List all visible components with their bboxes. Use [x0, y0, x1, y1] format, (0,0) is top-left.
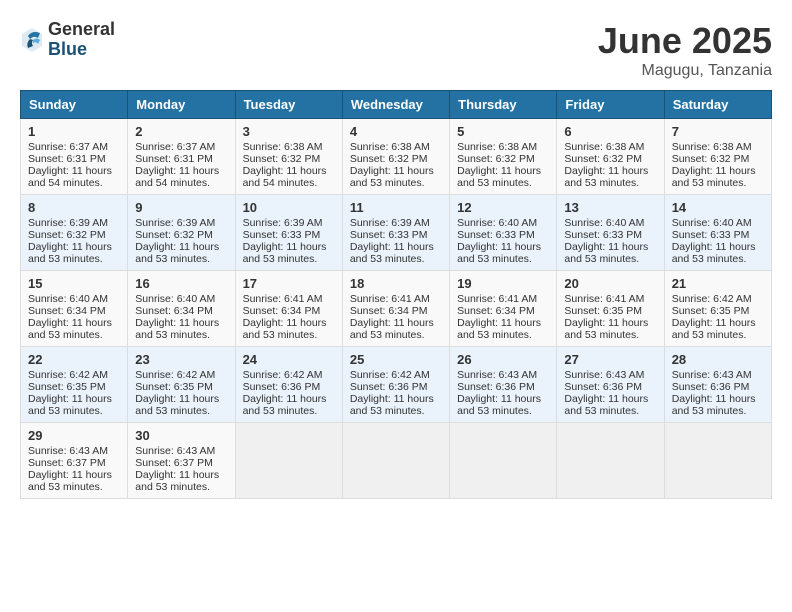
day-number: 21 [672, 276, 764, 291]
day-number: 5 [457, 124, 549, 139]
day-number: 27 [564, 352, 656, 367]
day-number: 26 [457, 352, 549, 367]
calendar-cell [235, 423, 342, 499]
calendar-cell: 11Sunrise: 6:39 AMSunset: 6:33 PMDayligh… [342, 195, 449, 271]
calendar-row-4: 22Sunrise: 6:42 AMSunset: 6:35 PMDayligh… [21, 347, 772, 423]
calendar-cell: 5Sunrise: 6:38 AMSunset: 6:32 PMDaylight… [450, 119, 557, 195]
calendar-cell: 4Sunrise: 6:38 AMSunset: 6:32 PMDaylight… [342, 119, 449, 195]
calendar-cell: 12Sunrise: 6:40 AMSunset: 6:33 PMDayligh… [450, 195, 557, 271]
day-number: 20 [564, 276, 656, 291]
calendar-cell: 21Sunrise: 6:42 AMSunset: 6:35 PMDayligh… [664, 271, 771, 347]
calendar-cell: 20Sunrise: 6:41 AMSunset: 6:35 PMDayligh… [557, 271, 664, 347]
day-number: 15 [28, 276, 120, 291]
title-area: June 2025 Magugu, Tanzania [598, 20, 772, 80]
day-header-friday: Friday [557, 91, 664, 119]
day-number: 30 [135, 428, 227, 443]
calendar-cell: 19Sunrise: 6:41 AMSunset: 6:34 PMDayligh… [450, 271, 557, 347]
month-title: June 2025 [598, 20, 772, 62]
calendar-cell: 18Sunrise: 6:41 AMSunset: 6:34 PMDayligh… [342, 271, 449, 347]
day-number: 14 [672, 200, 764, 215]
day-number: 17 [243, 276, 335, 291]
day-number: 1 [28, 124, 120, 139]
calendar-cell: 22Sunrise: 6:42 AMSunset: 6:35 PMDayligh… [21, 347, 128, 423]
calendar-cell: 27Sunrise: 6:43 AMSunset: 6:36 PMDayligh… [557, 347, 664, 423]
logo-blue-text: Blue [48, 40, 115, 60]
day-number: 16 [135, 276, 227, 291]
day-number: 6 [564, 124, 656, 139]
day-number: 11 [350, 200, 442, 215]
calendar-cell: 13Sunrise: 6:40 AMSunset: 6:33 PMDayligh… [557, 195, 664, 271]
day-number: 25 [350, 352, 442, 367]
calendar-cell: 25Sunrise: 6:42 AMSunset: 6:36 PMDayligh… [342, 347, 449, 423]
calendar-cell [557, 423, 664, 499]
day-number: 19 [457, 276, 549, 291]
calendar-cell: 9Sunrise: 6:39 AMSunset: 6:32 PMDaylight… [128, 195, 235, 271]
day-number: 28 [672, 352, 764, 367]
days-header-row: SundayMondayTuesdayWednesdayThursdayFrid… [21, 91, 772, 119]
calendar-cell: 15Sunrise: 6:40 AMSunset: 6:34 PMDayligh… [21, 271, 128, 347]
calendar-cell: 28Sunrise: 6:43 AMSunset: 6:36 PMDayligh… [664, 347, 771, 423]
calendar-cell: 24Sunrise: 6:42 AMSunset: 6:36 PMDayligh… [235, 347, 342, 423]
logo: General Blue [20, 20, 115, 60]
calendar: SundayMondayTuesdayWednesdayThursdayFrid… [20, 90, 772, 499]
day-number: 3 [243, 124, 335, 139]
calendar-cell [450, 423, 557, 499]
location-title: Magugu, Tanzania [598, 62, 772, 80]
day-number: 8 [28, 200, 120, 215]
calendar-row-3: 15Sunrise: 6:40 AMSunset: 6:34 PMDayligh… [21, 271, 772, 347]
calendar-row-5: 29Sunrise: 6:43 AMSunset: 6:37 PMDayligh… [21, 423, 772, 499]
day-number: 10 [243, 200, 335, 215]
day-number: 2 [135, 124, 227, 139]
day-header-sunday: Sunday [21, 91, 128, 119]
day-header-saturday: Saturday [664, 91, 771, 119]
calendar-cell: 6Sunrise: 6:38 AMSunset: 6:32 PMDaylight… [557, 119, 664, 195]
calendar-cell: 30Sunrise: 6:43 AMSunset: 6:37 PMDayligh… [128, 423, 235, 499]
calendar-cell: 10Sunrise: 6:39 AMSunset: 6:33 PMDayligh… [235, 195, 342, 271]
header: General Blue June 2025 Magugu, Tanzania [20, 20, 772, 80]
logo-general-text: General [48, 20, 115, 40]
day-header-wednesday: Wednesday [342, 91, 449, 119]
day-number: 24 [243, 352, 335, 367]
calendar-cell: 1Sunrise: 6:37 AMSunset: 6:31 PMDaylight… [21, 119, 128, 195]
calendar-cell: 26Sunrise: 6:43 AMSunset: 6:36 PMDayligh… [450, 347, 557, 423]
day-number: 4 [350, 124, 442, 139]
calendar-cell: 23Sunrise: 6:42 AMSunset: 6:35 PMDayligh… [128, 347, 235, 423]
calendar-cell: 8Sunrise: 6:39 AMSunset: 6:32 PMDaylight… [21, 195, 128, 271]
logo-icon [20, 26, 44, 54]
calendar-cell: 14Sunrise: 6:40 AMSunset: 6:33 PMDayligh… [664, 195, 771, 271]
calendar-cell: 3Sunrise: 6:38 AMSunset: 6:32 PMDaylight… [235, 119, 342, 195]
day-number: 18 [350, 276, 442, 291]
calendar-cell [342, 423, 449, 499]
day-number: 13 [564, 200, 656, 215]
calendar-cell: 16Sunrise: 6:40 AMSunset: 6:34 PMDayligh… [128, 271, 235, 347]
calendar-cell [664, 423, 771, 499]
day-number: 7 [672, 124, 764, 139]
day-header-thursday: Thursday [450, 91, 557, 119]
calendar-cell: 29Sunrise: 6:43 AMSunset: 6:37 PMDayligh… [21, 423, 128, 499]
calendar-cell: 7Sunrise: 6:38 AMSunset: 6:32 PMDaylight… [664, 119, 771, 195]
day-header-monday: Monday [128, 91, 235, 119]
day-number: 23 [135, 352, 227, 367]
day-number: 22 [28, 352, 120, 367]
day-number: 29 [28, 428, 120, 443]
calendar-cell: 2Sunrise: 6:37 AMSunset: 6:31 PMDaylight… [128, 119, 235, 195]
calendar-row-2: 8Sunrise: 6:39 AMSunset: 6:32 PMDaylight… [21, 195, 772, 271]
day-number: 12 [457, 200, 549, 215]
day-header-tuesday: Tuesday [235, 91, 342, 119]
calendar-row-1: 1Sunrise: 6:37 AMSunset: 6:31 PMDaylight… [21, 119, 772, 195]
day-number: 9 [135, 200, 227, 215]
logo-text: General Blue [48, 20, 115, 60]
calendar-cell: 17Sunrise: 6:41 AMSunset: 6:34 PMDayligh… [235, 271, 342, 347]
